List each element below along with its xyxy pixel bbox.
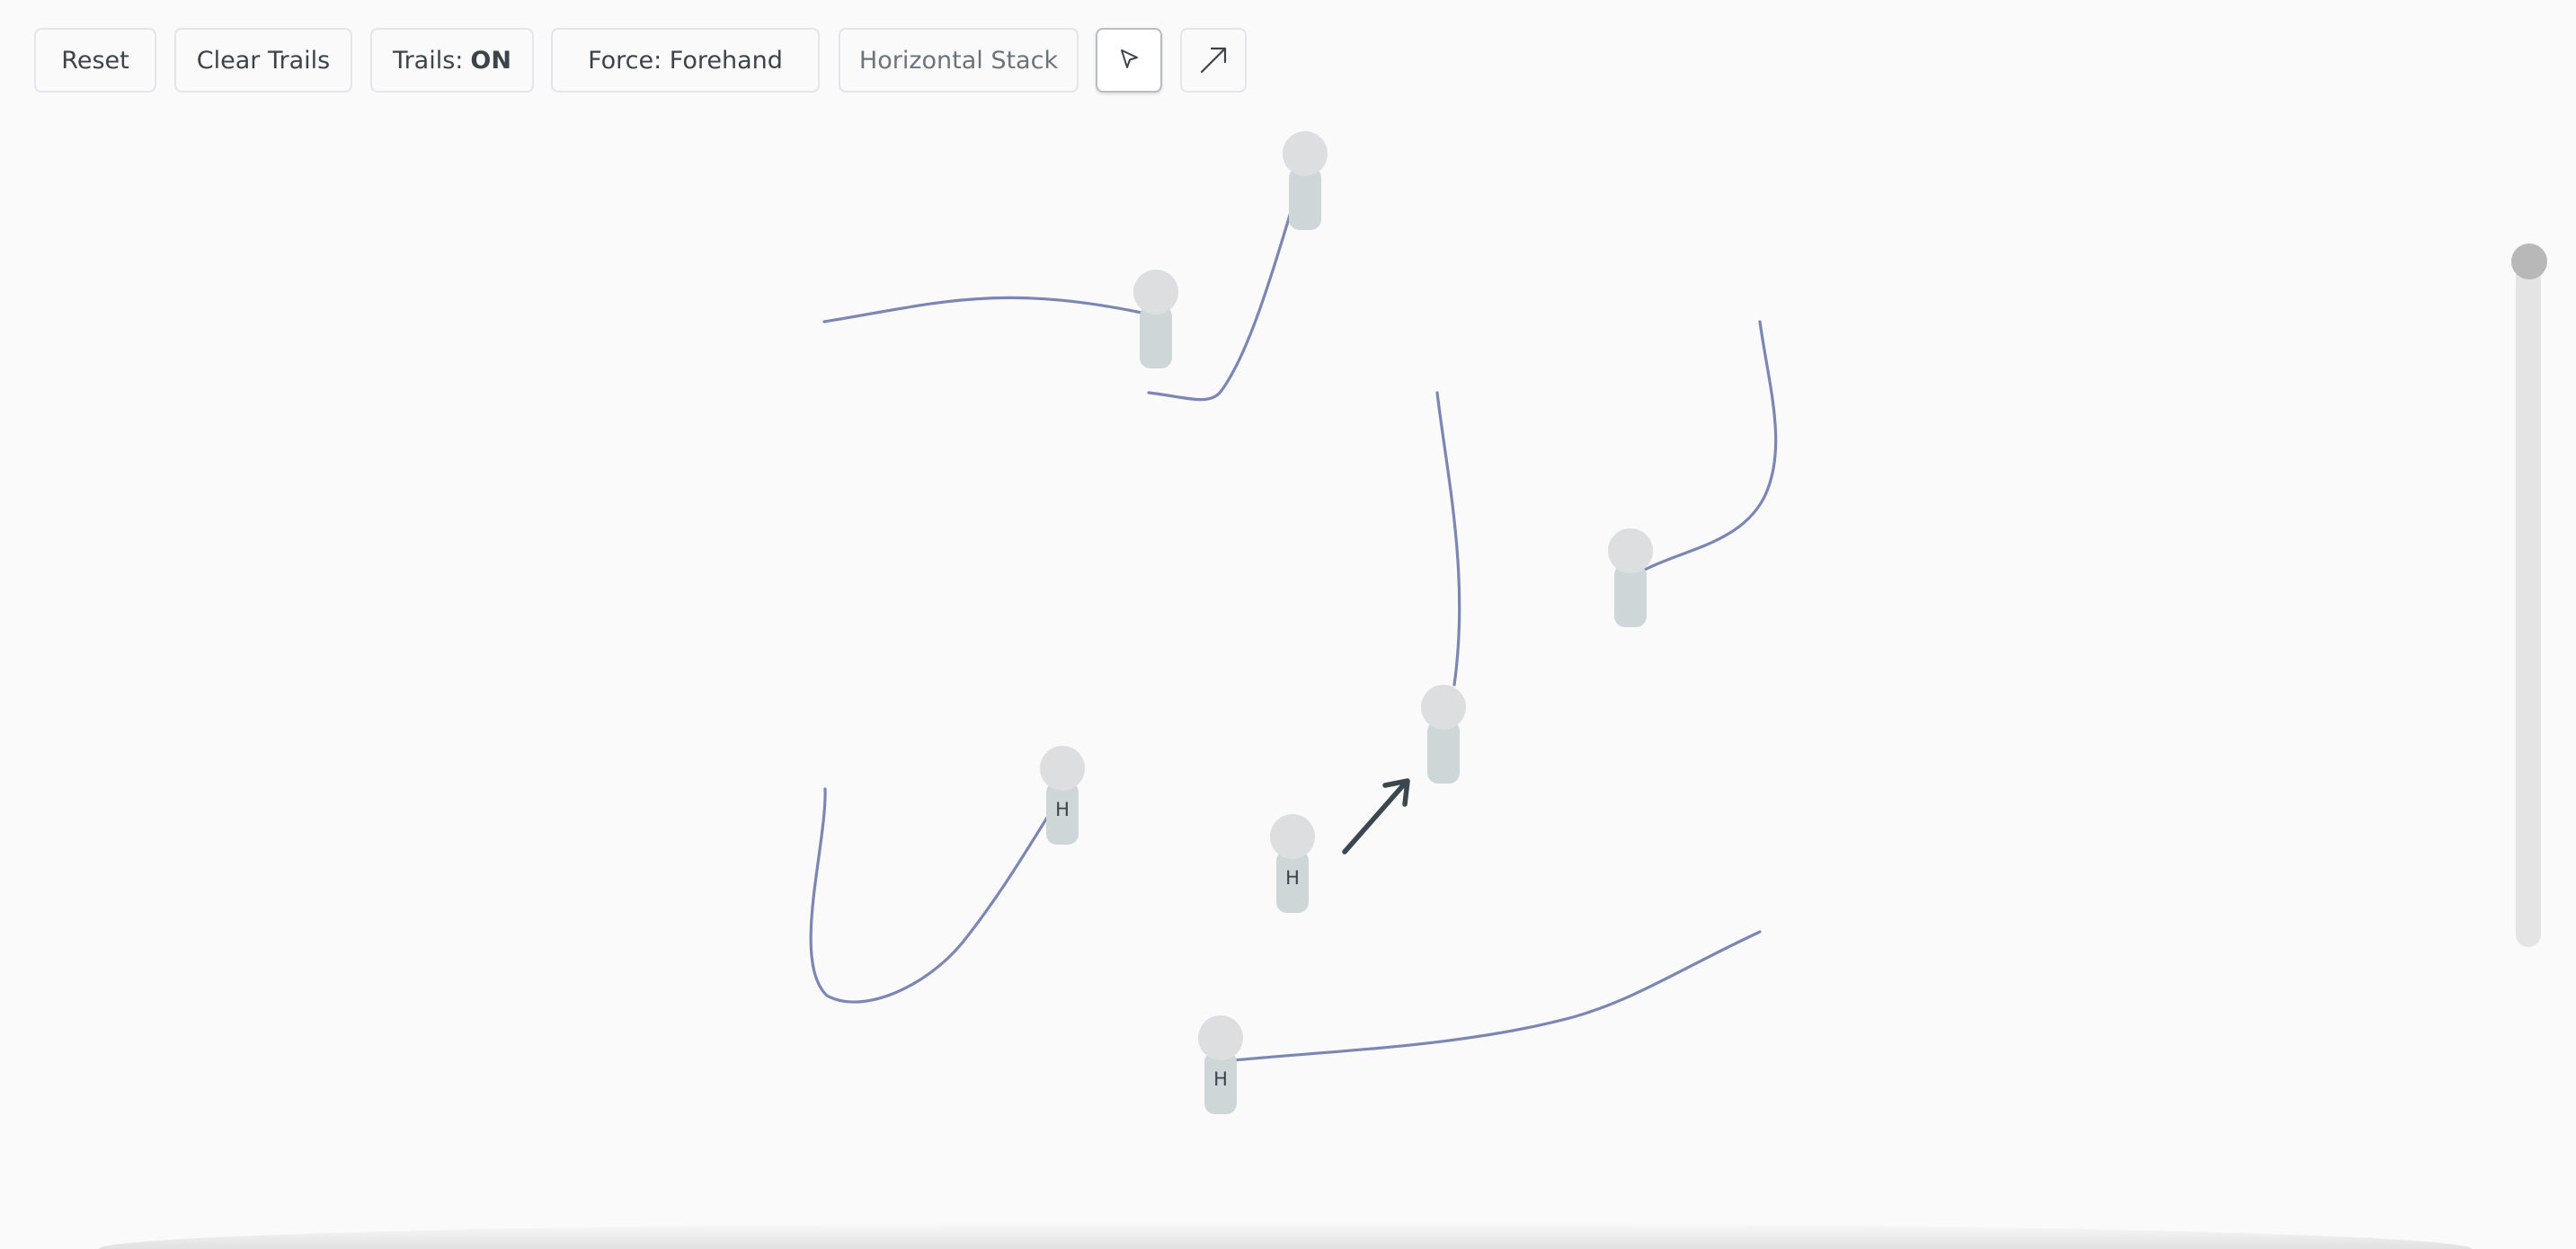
playing-field[interactable]: H H H <box>0 0 2576 1249</box>
trail <box>1231 930 1762 1062</box>
player-head <box>1283 131 1328 176</box>
player-handler[interactable]: H <box>1270 814 1315 913</box>
trail <box>1435 391 1461 687</box>
player-label: H <box>1213 1068 1228 1090</box>
player-label: H <box>1055 799 1070 820</box>
player[interactable] <box>1283 131 1328 230</box>
player[interactable] <box>1133 270 1178 368</box>
player-body <box>1289 167 1321 230</box>
trail <box>1643 320 1778 571</box>
player-head <box>1133 270 1178 314</box>
trail <box>822 296 1143 323</box>
player[interactable] <box>1421 685 1466 784</box>
throw-arrow <box>1342 778 1410 855</box>
trail <box>809 787 1052 1004</box>
player-body <box>1140 306 1172 368</box>
player-head <box>1270 814 1315 859</box>
vertical-slider-thumb[interactable] <box>2511 244 2547 279</box>
player-head <box>1040 746 1085 791</box>
player-head <box>1421 685 1466 730</box>
player-head <box>1608 528 1653 573</box>
player-handler[interactable]: H <box>1198 1015 1243 1114</box>
player[interactable] <box>1608 528 1653 627</box>
vertical-slider-track[interactable] <box>2516 253 2541 947</box>
movement-trails <box>809 210 1778 1062</box>
player-body <box>1614 564 1647 627</box>
player-head <box>1198 1015 1243 1060</box>
player-handler[interactable]: H <box>1040 746 1085 845</box>
player-body <box>1427 721 1460 784</box>
player-label: H <box>1285 867 1300 889</box>
